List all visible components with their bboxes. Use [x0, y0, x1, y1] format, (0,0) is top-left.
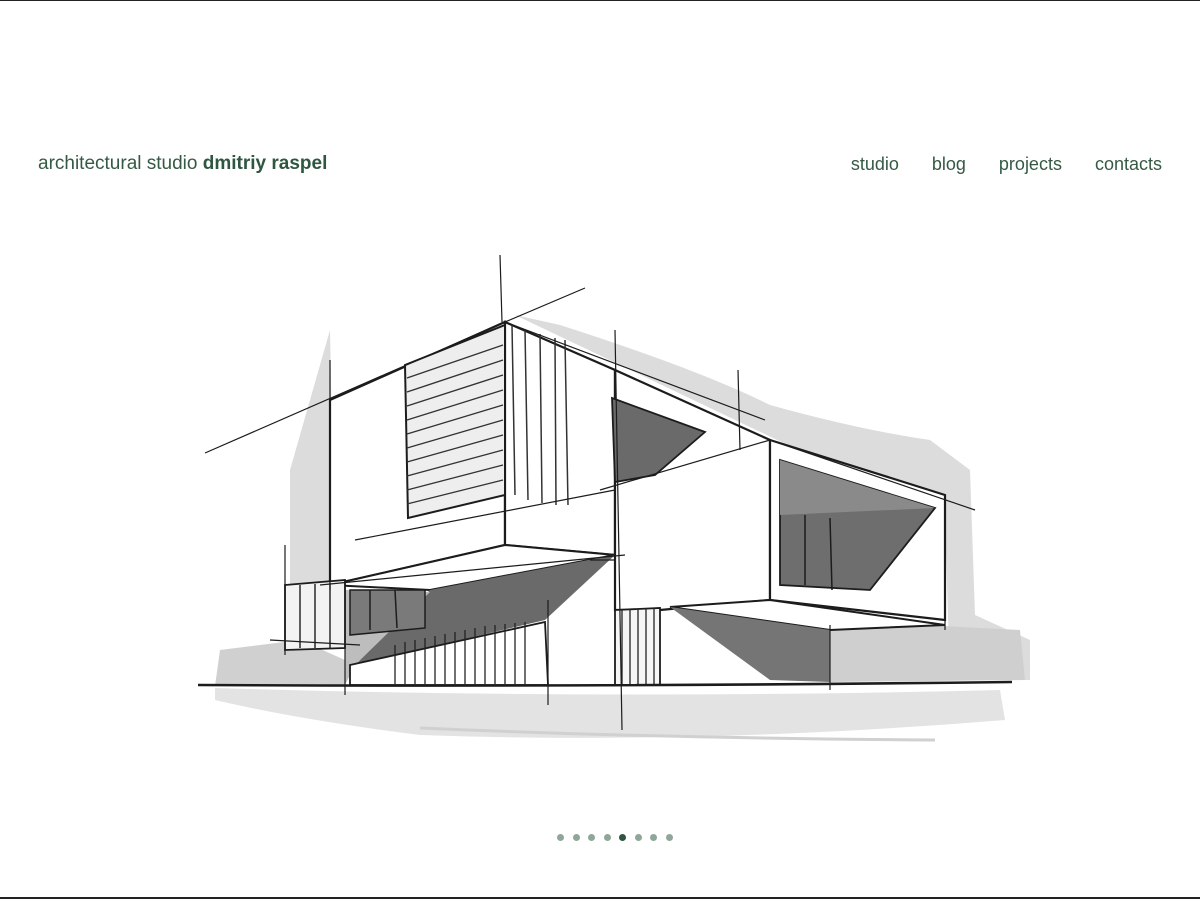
brand-name: dmitriy raspel [202, 153, 328, 174]
main-nav: studio blog projects contacts [851, 154, 1162, 175]
brand-prefix: architectural studio [38, 153, 198, 174]
bottom-border [0, 897, 1200, 899]
slider-dot[interactable] [572, 834, 580, 841]
nav-link-contacts[interactable]: contacts [1095, 154, 1162, 175]
site-logo[interactable]: architectural studio dmitriy raspel [38, 153, 327, 175]
top-border [0, 0, 1200, 1]
nav-link-blog[interactable]: blog [932, 154, 966, 175]
slider-pagination [557, 834, 673, 841]
nav-link-studio[interactable]: studio [851, 154, 899, 175]
nav-link-projects[interactable]: projects [999, 154, 1062, 175]
house-sketch-illustration [197, 254, 1030, 742]
slider-dot[interactable] [619, 834, 626, 841]
slider-dot[interactable] [650, 834, 657, 841]
slider-dot[interactable] [603, 834, 611, 841]
slider-dot[interactable] [588, 834, 595, 841]
site-header: architectural studio dmitriy raspel stud… [38, 150, 1162, 180]
slider-dot[interactable] [665, 834, 673, 841]
hero-sketch-image [190, 245, 1040, 750]
slider-dot[interactable] [557, 834, 564, 841]
slider-dot[interactable] [634, 834, 642, 841]
